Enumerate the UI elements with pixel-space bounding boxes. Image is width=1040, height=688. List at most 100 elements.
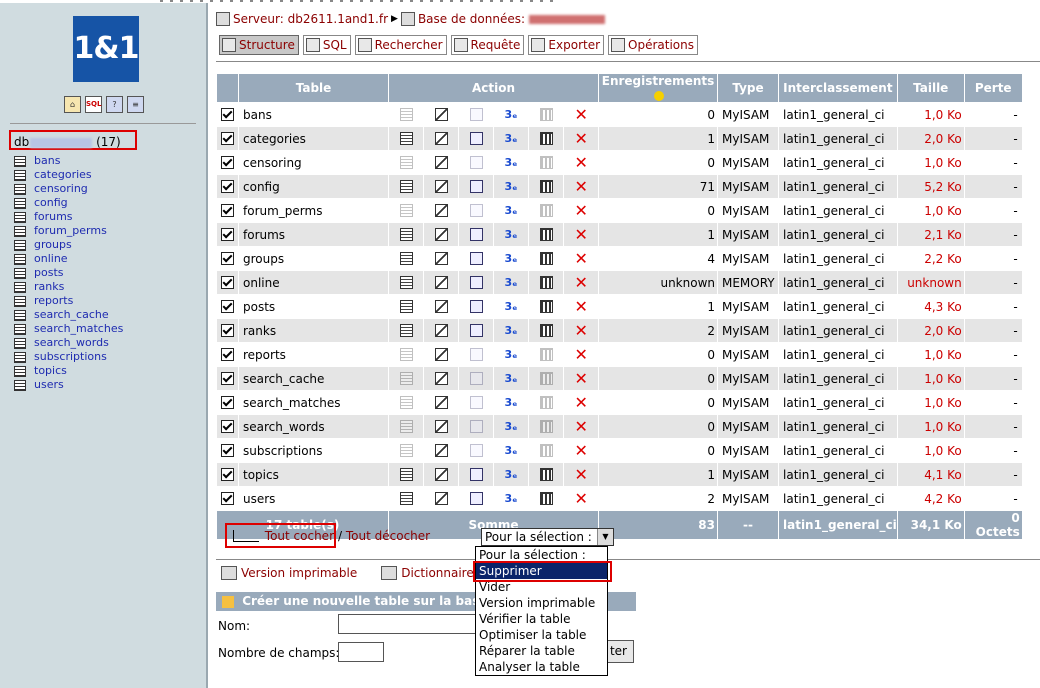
search-icon[interactable]: [469, 156, 483, 169]
tab-export[interactable]: Exporter: [528, 35, 605, 55]
table-row[interactable]: config 3ₑ ✕ 71 MyISAM latin1_general_ci 5,2 Ko…: [217, 175, 1022, 198]
sidebar-item-posts[interactable]: posts: [14, 266, 123, 280]
row-size[interactable]: 2,1 Ko: [897, 223, 964, 246]
row-checkbox[interactable]: [221, 324, 234, 337]
row-table-name[interactable]: search_cache: [239, 367, 388, 390]
tab-operations[interactable]: Opérations: [608, 35, 699, 55]
row-table-name[interactable]: reports: [239, 343, 388, 366]
dropdown-option[interactable]: Vider: [476, 579, 607, 595]
table-icon[interactable]: [14, 351, 26, 363]
search-icon[interactable]: [469, 300, 483, 313]
sidebar-item-search-cache[interactable]: search_cache: [14, 308, 123, 322]
structure-icon[interactable]: [434, 300, 448, 313]
empty-table-icon[interactable]: [539, 108, 553, 121]
search-icon[interactable]: [469, 324, 483, 337]
sidebar-item-online[interactable]: online: [14, 252, 123, 266]
tab-query[interactable]: Requête: [450, 35, 525, 55]
search-icon[interactable]: [469, 372, 483, 385]
row-size[interactable]: 1,0 Ko: [897, 343, 964, 366]
row-checkbox[interactable]: [221, 468, 234, 481]
table-row[interactable]: bans 3ₑ ✕ 0 MyISAM latin1_general_ci 1,0 Ko -: [217, 103, 1022, 126]
sidebar-item-ranks[interactable]: ranks: [14, 280, 123, 294]
row-table-name[interactable]: posts: [239, 295, 388, 318]
browse-icon[interactable]: [399, 228, 413, 241]
table-row[interactable]: censoring 3ₑ ✕ 0 MyISAM latin1_general_ci 1,0 …: [217, 151, 1022, 174]
table-row[interactable]: search_matches 3ₑ ✕ 0 MyISAM latin1_general_c…: [217, 391, 1022, 414]
insert-icon[interactable]: 3ₑ: [505, 444, 518, 457]
browse-icon[interactable]: [399, 324, 413, 337]
row-table-name[interactable]: ranks: [239, 319, 388, 342]
sidebar-item-search-words[interactable]: search_words: [14, 336, 123, 350]
dropdown-option[interactable]: Version imprimable: [476, 595, 607, 611]
row-checkbox[interactable]: [221, 372, 234, 385]
sql-icon[interactable]: SQL: [85, 96, 102, 113]
insert-icon[interactable]: 3ₑ: [505, 252, 518, 265]
row-table-name[interactable]: search_words: [239, 415, 388, 438]
search-icon[interactable]: [469, 180, 483, 193]
row-checkbox[interactable]: [221, 252, 234, 265]
structure-icon[interactable]: [434, 180, 448, 193]
drop-icon[interactable]: ✕: [575, 323, 588, 339]
row-table-name[interactable]: groups: [239, 247, 388, 270]
row-table-name[interactable]: users: [239, 487, 388, 510]
sidebar-item-categories[interactable]: categories: [14, 168, 123, 182]
structure-icon[interactable]: [434, 396, 448, 409]
browse-icon[interactable]: [399, 180, 413, 193]
empty-table-icon[interactable]: [539, 492, 553, 505]
search-icon[interactable]: [469, 204, 483, 217]
tab-search[interactable]: Rechercher: [354, 35, 447, 55]
empty-table-icon[interactable]: [539, 420, 553, 433]
search-icon[interactable]: [469, 420, 483, 433]
browse-icon[interactable]: [399, 420, 413, 433]
row-size[interactable]: 1,0 Ko: [897, 103, 964, 126]
table-row[interactable]: posts 3ₑ ✕ 1 MyISAM latin1_general_ci 4,3 Ko -: [217, 295, 1022, 318]
row-checkbox[interactable]: [221, 348, 234, 361]
table-row[interactable]: search_words 3ₑ ✕ 0 MyISAM latin1_general_ci 1…: [217, 415, 1022, 438]
row-checkbox[interactable]: [221, 396, 234, 409]
home-icon[interactable]: ⌂: [64, 96, 81, 113]
table-icon[interactable]: [14, 225, 26, 237]
empty-table-icon[interactable]: [539, 252, 553, 265]
row-size[interactable]: 2,0 Ko: [897, 319, 964, 342]
chevron-down-icon[interactable]: ▼: [597, 529, 613, 545]
sidebar-item-forum-perms[interactable]: forum_perms: [14, 224, 123, 238]
structure-icon[interactable]: [434, 420, 448, 433]
search-icon[interactable]: [469, 468, 483, 481]
row-checkbox[interactable]: [221, 276, 234, 289]
browse-icon[interactable]: [399, 204, 413, 217]
browse-icon[interactable]: [399, 348, 413, 361]
table-icon[interactable]: [14, 239, 26, 251]
browse-icon[interactable]: [399, 132, 413, 145]
search-icon[interactable]: [469, 444, 483, 457]
drop-icon[interactable]: ✕: [575, 347, 588, 363]
empty-table-icon[interactable]: [539, 276, 553, 289]
table-icon[interactable]: [14, 267, 26, 279]
structure-icon[interactable]: [434, 324, 448, 337]
structure-icon[interactable]: [434, 132, 448, 145]
row-size[interactable]: unknown: [897, 271, 964, 294]
drop-icon[interactable]: ✕: [575, 155, 588, 171]
table-row[interactable]: online 3ₑ ✕ unknown MEMORY latin1_general_ci u…: [217, 271, 1022, 294]
row-table-name[interactable]: search_matches: [239, 391, 388, 414]
table-icon[interactable]: [14, 183, 26, 195]
drop-icon[interactable]: ✕: [575, 179, 588, 195]
browse-icon[interactable]: [399, 468, 413, 481]
row-size[interactable]: 1,0 Ko: [897, 391, 964, 414]
row-table-name[interactable]: online: [239, 271, 388, 294]
table-name-input[interactable]: [338, 614, 478, 634]
search-icon[interactable]: [469, 492, 483, 505]
structure-icon[interactable]: [434, 156, 448, 169]
fields-count-input[interactable]: [338, 642, 384, 662]
with-selected-select[interactable]: Pour la sélection : ▼: [481, 528, 614, 546]
structure-icon[interactable]: [434, 276, 448, 289]
drop-icon[interactable]: ✕: [575, 371, 588, 387]
row-checkbox[interactable]: [221, 108, 234, 121]
help-icon[interactable]: ?: [106, 96, 123, 113]
header-type[interactable]: Type: [718, 74, 778, 102]
drop-icon[interactable]: ✕: [575, 299, 588, 315]
table-icon[interactable]: [14, 281, 26, 293]
dropdown-option[interactable]: Pour la sélection :: [476, 547, 607, 563]
insert-icon[interactable]: 3ₑ: [505, 276, 518, 289]
table-icon[interactable]: [14, 197, 26, 209]
structure-icon[interactable]: [434, 492, 448, 505]
